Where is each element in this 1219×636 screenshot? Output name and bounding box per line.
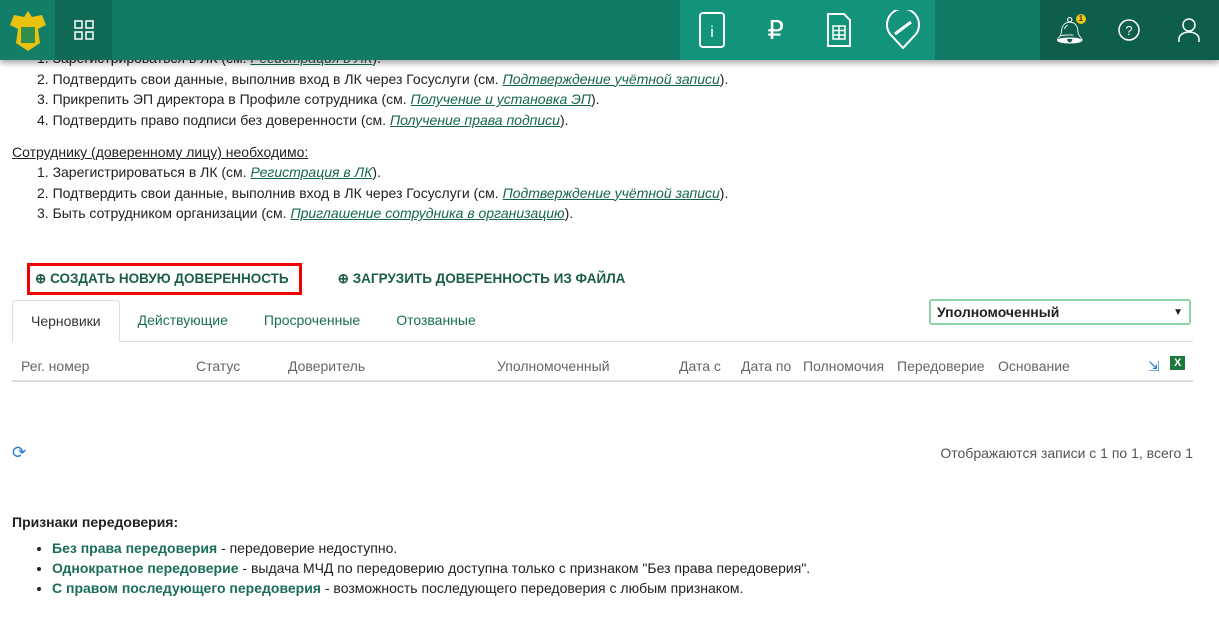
step: 2. Подтвердить свои данные, выполнив вхо…: [37, 184, 729, 201]
help-icon[interactable]: ?: [1109, 10, 1149, 50]
user-icon[interactable]: [1169, 10, 1209, 50]
barrier-location-icon[interactable]: [883, 10, 923, 50]
emblem-logo[interactable]: [0, 0, 55, 60]
role-filter-select[interactable]: Уполномоченный ▼: [929, 299, 1191, 325]
step: 3. Прикрепить ЭП директора в Профиле сот…: [37, 91, 600, 107]
table-header-divider: [12, 380, 1193, 382]
upload-proxy-button[interactable]: ⊕ ЗАГРУЗИТЬ ДОВЕРЕННОСТЬ ИЗ ФАЙЛА: [332, 265, 632, 293]
step-link[interactable]: Приглашение сотрудника в организацию: [290, 205, 564, 221]
create-proxy-button[interactable]: ⊕ СОЗДАТЬ НОВУЮ ДОВЕРЕННОСТЬ: [27, 263, 302, 295]
refresh-icon[interactable]: ⟳: [12, 443, 26, 463]
signs-heading: Признаки передоверия:: [12, 514, 179, 530]
column-header[interactable]: Уполномоченный: [497, 358, 610, 374]
plus-circle-icon: ⊕: [35, 271, 51, 286]
service-nav: i ₽: [680, 0, 935, 60]
column-header[interactable]: Статус: [196, 358, 240, 374]
step-link[interactable]: Регистрация в ЛК: [250, 164, 372, 180]
svg-text:?: ?: [1126, 23, 1133, 38]
tab-revoked[interactable]: Отозванные: [378, 300, 494, 341]
apps-grid-button[interactable]: [55, 0, 112, 60]
bell-icon[interactable]: 🔔︎ 1: [1050, 10, 1090, 50]
step: 1. Зарегистрироваться в ЛК (см. Регистра…: [37, 164, 381, 180]
step-link[interactable]: Подтверждение учётной записи: [503, 185, 720, 201]
director-steps: 1. Зарегистрироваться в ЛК (см. Регистра…: [37, 48, 1202, 130]
column-header[interactable]: Доверитель: [288, 358, 365, 374]
step: 4. Подтвердить право подписи без доверен…: [37, 111, 569, 128]
info-book-icon[interactable]: i: [692, 10, 732, 50]
tab-expired[interactable]: Просроченные: [246, 300, 378, 341]
svg-text:i: i: [710, 24, 714, 41]
instructions: 1. Зарегистрироваться в ЛК (см. Регистра…: [12, 48, 1202, 224]
upload-circle-icon: ⊕: [337, 271, 353, 286]
step-link[interactable]: Подтверждение учётной записи: [503, 71, 720, 87]
user-nav: 🔔︎ 1 ?: [1040, 0, 1219, 60]
grid-icon: [64, 10, 104, 50]
export-icon[interactable]: ⇲: [1148, 358, 1160, 375]
step-link[interactable]: Получение права подписи: [390, 112, 560, 128]
column-header[interactable]: Дата с: [679, 358, 721, 374]
column-header[interactable]: Передоверие: [897, 358, 985, 374]
employee-heading: Сотруднику (доверенному лицу) необходимо…: [12, 144, 309, 160]
top-header: i ₽ 🔔︎ 1 ?: [0, 0, 1219, 60]
notification-badge: 1: [1075, 14, 1086, 24]
chevron-down-icon: ▼: [1173, 306, 1183, 318]
records-info: Отображаются записи с 1 по 1, всего 1: [940, 445, 1193, 461]
tab-drafts[interactable]: Черновики: [12, 300, 120, 342]
column-header[interactable]: Основание: [998, 358, 1070, 374]
delegation-signs: Признаки передоверия: Без права передове…: [12, 514, 810, 598]
ruble-icon[interactable]: ₽: [756, 10, 796, 50]
tab-active[interactable]: Действующие: [120, 300, 246, 341]
list-item: С правом последующего передоверия - возм…: [52, 578, 810, 598]
column-header[interactable]: Дата по: [741, 358, 791, 374]
step: 2. Подтвердить свои данные, выполнив вхо…: [37, 70, 729, 87]
employee-steps: 1. Зарегистрироваться в ЛК (см. Регистра…: [37, 162, 1202, 224]
list-item: Без права передоверия - передоверие недо…: [52, 538, 810, 558]
step-link[interactable]: Получение и установка ЭП: [411, 91, 591, 107]
column-header[interactable]: Полномочия: [803, 358, 884, 374]
column-header[interactable]: Рег. номер: [21, 358, 89, 374]
spreadsheet-icon[interactable]: [819, 10, 859, 50]
list-item: Однократное передоверие - выдача МЧД по …: [52, 558, 810, 578]
step: 3. Быть сотрудником организации (см. При…: [37, 205, 574, 221]
actions-bar: ⊕ СОЗДАТЬ НОВУЮ ДОВЕРЕННОСТЬ ⊕ ЗАГРУЗИТЬ…: [27, 263, 631, 295]
excel-icon[interactable]: X: [1170, 356, 1186, 370]
